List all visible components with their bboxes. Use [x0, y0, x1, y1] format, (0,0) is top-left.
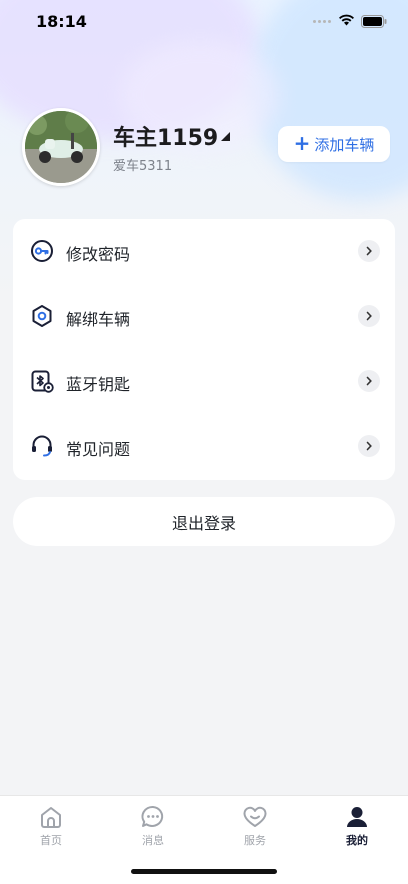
- heart-icon: [243, 806, 267, 827]
- battery-icon: [361, 15, 387, 28]
- menu-label: 常见问题: [66, 440, 131, 459]
- menu-item-unbind-vehicle[interactable]: 解绑车辆: [13, 284, 395, 349]
- signal-dots-icon: [313, 20, 331, 23]
- chevron-right-icon: [358, 305, 380, 327]
- menu-item-bluetooth-key[interactable]: 蓝牙钥匙: [13, 349, 395, 414]
- corner-triangle-icon: [221, 132, 230, 141]
- menu-label: 蓝牙钥匙: [66, 375, 131, 394]
- settings-menu: 修改密码 解绑车辆 蓝牙钥匙 常见问题: [13, 219, 395, 480]
- owner-name: 车主1159: [113, 126, 219, 151]
- user-icon: [347, 807, 367, 827]
- tab-label: 服务: [244, 834, 266, 847]
- unbind-icon: [32, 305, 52, 327]
- menu-item-faq[interactable]: 常见问题: [13, 414, 395, 479]
- logout-button[interactable]: 退出登录: [13, 497, 395, 546]
- tab-label: 消息: [142, 834, 164, 847]
- headset-icon: [32, 435, 52, 457]
- home-icon: [41, 807, 61, 828]
- scooter-photo: [25, 111, 97, 183]
- menu-label: 解绑车辆: [66, 310, 131, 329]
- menu-item-change-password[interactable]: 修改密码: [13, 219, 395, 284]
- message-icon: [141, 806, 164, 827]
- home-indicator: [131, 869, 277, 874]
- chevron-right-icon: [358, 370, 380, 392]
- tab-label: 首页: [40, 834, 62, 847]
- menu-label: 修改密码: [66, 245, 131, 264]
- chevron-right-icon: [358, 240, 380, 262]
- status-time: 18:14: [36, 12, 87, 31]
- tab-profile[interactable]: 我的: [306, 804, 408, 854]
- status-bar: 18:14: [0, 0, 408, 44]
- key-icon: [31, 240, 53, 262]
- bluetooth-key-icon: [31, 370, 54, 393]
- plus-icon: +: [293, 131, 311, 155]
- add-vehicle-button[interactable]: + 添加车辆: [278, 126, 390, 162]
- profile-header: 车主1159 爱车5311 + 添加车辆: [0, 100, 408, 190]
- tab-messages[interactable]: 消息: [102, 804, 204, 854]
- add-vehicle-label: 添加车辆: [314, 135, 375, 154]
- tab-label: 我的: [346, 834, 368, 847]
- chevron-right-icon: [358, 435, 380, 457]
- vehicle-name: 爱车5311: [113, 159, 173, 174]
- tab-home[interactable]: 首页: [0, 804, 102, 854]
- wifi-icon: [339, 14, 354, 26]
- tab-services[interactable]: 服务: [204, 804, 306, 854]
- avatar[interactable]: [22, 108, 100, 186]
